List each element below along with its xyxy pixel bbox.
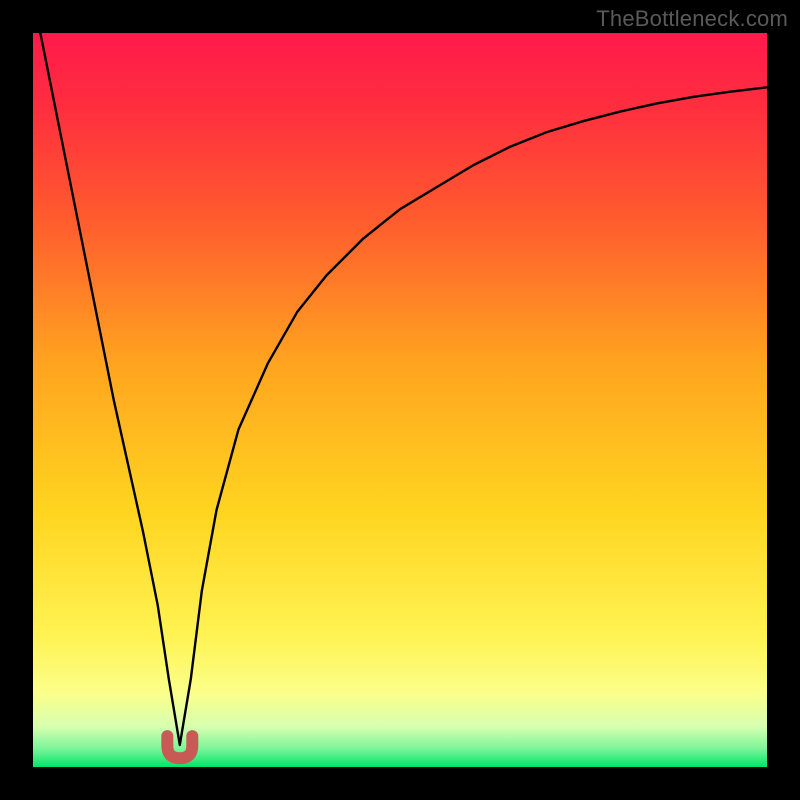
chart-frame: TheBottleneck.com bbox=[0, 0, 800, 800]
watermark-text: TheBottleneck.com bbox=[596, 6, 788, 32]
plot-area bbox=[33, 33, 767, 767]
gradient-background bbox=[33, 33, 767, 767]
chart-svg bbox=[33, 33, 767, 767]
